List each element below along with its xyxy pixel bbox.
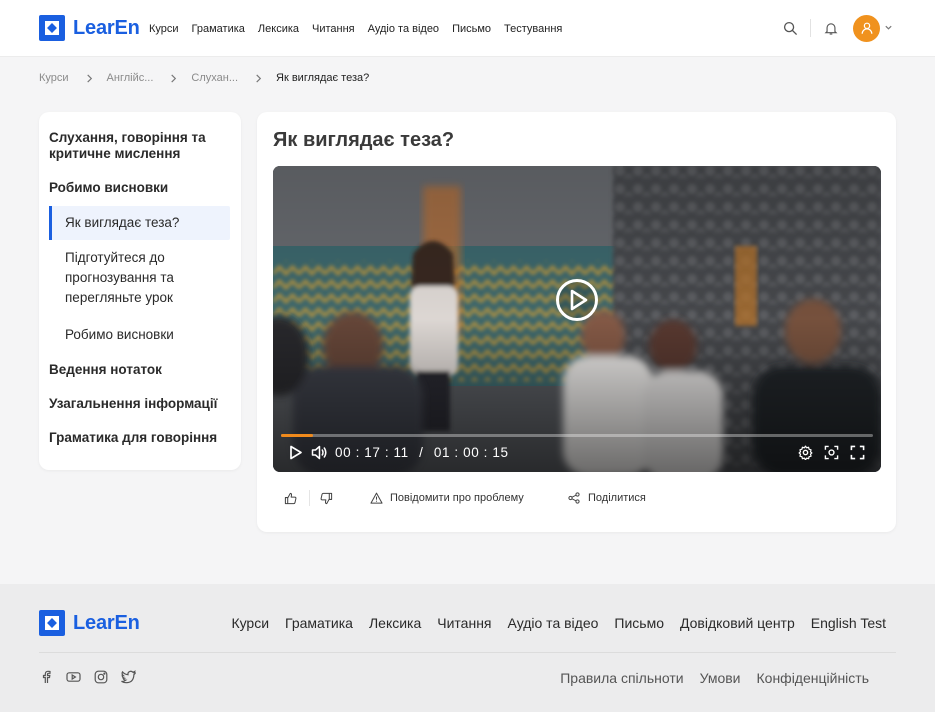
footer-social [39, 670, 149, 684]
top-header: LearEn Курси Граматика Лексика Читання А… [0, 0, 935, 57]
screenshot-capture-icon[interactable] [824, 445, 839, 460]
fullscreen-icon[interactable] [850, 445, 865, 460]
chevron-down-icon[interactable] [884, 19, 893, 37]
footer-nav: Курси Граматика Лексика Читання Аудіо та… [215, 615, 886, 631]
video-current-time: 00 : 17 : 11 [335, 445, 409, 460]
footer-nav-reading[interactable]: Читання [437, 615, 491, 631]
share-icon [568, 492, 580, 504]
breadcrumb-item[interactable]: Курси [39, 72, 69, 84]
lesson-actions: Повідомити про проблему Поділитися [273, 486, 881, 510]
facebook-icon[interactable] [39, 670, 53, 684]
sidebar-item-thesis[interactable]: Як виглядає теза? [49, 206, 230, 240]
play-control-icon[interactable] [289, 445, 303, 460]
footer-link-privacy[interactable]: Конфіденційність [757, 670, 870, 686]
footer-nav-grammar[interactable]: Граматика [285, 615, 353, 631]
breadcrumb: Курси Англійс... Слухан... Як виглядає т… [39, 71, 369, 85]
sidebar-section-grammar[interactable]: Граматика для говоріння [49, 430, 231, 446]
page-title: Як виглядає теза? [273, 129, 455, 151]
logo-mark-icon [39, 610, 65, 636]
chevron-right-icon [170, 73, 177, 83]
brand-logo[interactable]: LearEn [39, 15, 140, 41]
nav-audio-video[interactable]: Аудіо та відео [368, 23, 439, 35]
footer-nav-vocabulary[interactable]: Лексика [369, 615, 421, 631]
video-duration: 01 : 00 : 15 [433, 445, 509, 460]
chevron-right-icon [86, 73, 93, 83]
logo-mark-icon [39, 15, 65, 41]
video-time-separator: / [419, 445, 424, 460]
instagram-icon[interactable] [94, 670, 108, 684]
footer-divider [39, 652, 896, 653]
chevron-right-icon [255, 73, 262, 83]
share-label: Поділитися [588, 492, 646, 504]
video-progress-bar[interactable] [281, 434, 873, 437]
bell-icon[interactable] [821, 18, 841, 38]
video-player[interactable]: 00 : 17 : 11 / 01 : 00 : 15 [273, 166, 881, 472]
nav-courses[interactable]: Курси [149, 23, 179, 35]
sidebar-section-notes[interactable]: Ведення нотаток [49, 362, 231, 378]
footer-nav-help-center[interactable]: Довідковий центр [680, 615, 795, 631]
sidebar-section-conclusions[interactable]: Робимо висновки [49, 180, 231, 196]
footer-logo[interactable]: LearEn [39, 610, 140, 636]
volume-icon[interactable] [311, 445, 327, 460]
footer-nav-writing[interactable]: Письмо [614, 615, 664, 631]
thumbs-up-icon [284, 492, 297, 504]
sidebar-section-summary[interactable]: Узагальнення інформації [49, 396, 231, 412]
video-progress-fill [281, 434, 313, 437]
footer: LearEn Курси Граматика Лексика Читання А… [0, 584, 935, 712]
footer-nav-english-test[interactable]: English Test [811, 615, 886, 631]
like-button[interactable] [284, 486, 297, 510]
footer-link-terms[interactable]: Умови [700, 670, 741, 686]
lesson-card: Як виглядає теза? 00: 17: 11 / 01: 00… [257, 112, 896, 532]
thumbs-down-icon [320, 492, 333, 504]
nav-vocabulary[interactable]: Лексика [258, 23, 299, 35]
lesson-sidebar: Слухання, говоріння та критичне мислення… [39, 112, 241, 470]
user-avatar[interactable] [853, 14, 880, 42]
footer-link-community-rules[interactable]: Правила спільноти [560, 670, 683, 686]
nav-testing[interactable]: Тестування [504, 23, 562, 35]
footer-nav-courses[interactable]: Курси [231, 615, 269, 631]
breadcrumb-item[interactable]: Слухан... [191, 72, 238, 84]
breadcrumb-item[interactable]: Англійс... [107, 72, 154, 84]
report-problem-label: Повідомити про проблему [390, 492, 524, 504]
brand-name: LearEn [73, 16, 140, 39]
breadcrumb-current: Як виглядає теза? [276, 72, 370, 84]
header-actions [780, 14, 893, 42]
nav-reading[interactable]: Читання [312, 23, 355, 35]
video-time: 00 : 17 : 11 / 01 : 00 : 15 [335, 445, 509, 460]
main-nav: Курси Граматика Лексика Читання Аудіо та… [149, 0, 575, 57]
sidebar-item-conclusions[interactable]: Робимо висновки [49, 325, 231, 345]
nav-grammar[interactable]: Граматика [192, 23, 245, 35]
video-controls: 00 : 17 : 11 / 01 : 00 : 15 [273, 442, 881, 464]
sidebar-item-prepare[interactable]: Підготуйтеся до прогнозування та перегля… [49, 248, 224, 308]
actions-divider [309, 490, 310, 506]
search-icon[interactable] [780, 18, 800, 38]
play-icon[interactable] [555, 278, 599, 322]
dislike-button[interactable] [320, 486, 333, 510]
footer-nav-audio-video[interactable]: Аудіо та відео [508, 615, 599, 631]
header-divider [810, 19, 811, 37]
nav-writing[interactable]: Письмо [452, 23, 491, 35]
sidebar-course-title[interactable]: Слухання, говоріння та критичне мислення [49, 130, 231, 162]
footer-legal-links: Правила спільноти Умови Конфіденційність [544, 670, 869, 686]
warning-icon [370, 492, 383, 504]
share-button[interactable]: Поділитися [568, 486, 646, 510]
footer-brand-name: LearEn [73, 611, 140, 634]
twitter-icon[interactable] [121, 670, 136, 684]
report-problem-button[interactable]: Повідомити про проблему [370, 486, 524, 510]
youtube-icon[interactable] [66, 670, 81, 684]
settings-gear-icon[interactable] [798, 445, 813, 460]
